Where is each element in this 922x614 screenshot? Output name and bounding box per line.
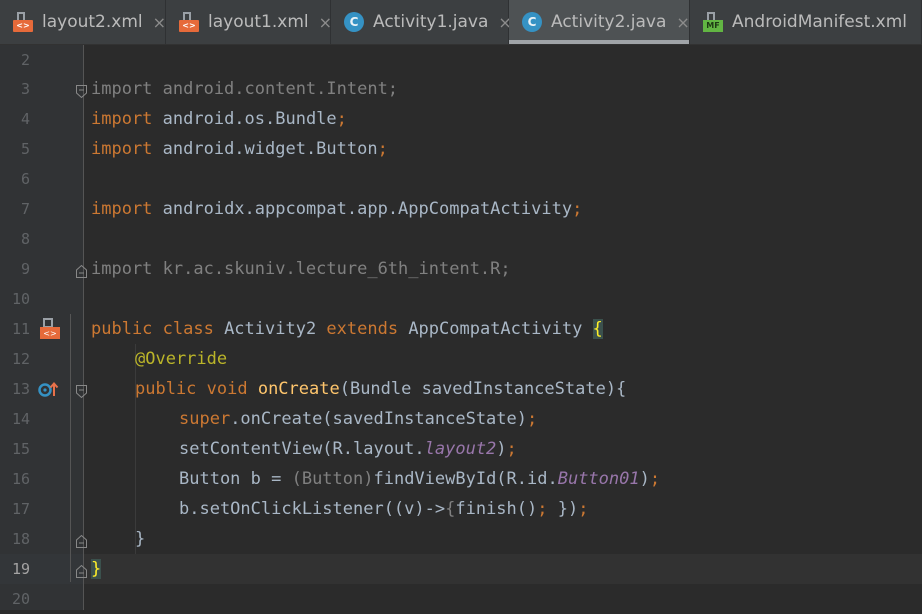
- identifier: android.os.Bundle: [152, 109, 337, 129]
- fold-end-marker-icon[interactable]: [76, 533, 87, 548]
- call: .onCreate(savedInstanceState): [230, 409, 527, 429]
- code-line-3[interactable]: import android.content.Intent;: [91, 74, 398, 104]
- manifest-icon: MF: [702, 11, 724, 33]
- line-number: 7: [20, 200, 30, 218]
- keyword: public class: [91, 319, 214, 339]
- scope-bracket: [70, 314, 71, 582]
- code-line-18[interactable]: }: [135, 524, 145, 554]
- tab-layout2-xml[interactable]: <> layout2.xml ×: [0, 0, 166, 44]
- tab-activity2-java[interactable]: C Activity2.java ×: [509, 0, 690, 44]
- fold-end-marker-icon[interactable]: [76, 563, 87, 578]
- tab-label: AndroidManifest.xml: [732, 12, 908, 32]
- redundant-cast: (Button): [291, 469, 374, 489]
- keyword: public void: [135, 379, 248, 399]
- tab-label: Activity1.java: [373, 12, 489, 32]
- java-class-icon: C: [343, 11, 365, 33]
- line-number: 15: [11, 440, 30, 458]
- matched-brace: }: [91, 559, 102, 579]
- override-method-icon[interactable]: [38, 380, 60, 400]
- line-number: 3: [20, 80, 30, 98]
- close-parens: }): [547, 499, 579, 519]
- xml-layout-icon: <>: [12, 11, 34, 33]
- tab-layout1-xml[interactable]: <> layout1.xml ×: [166, 0, 332, 44]
- line-number: 5: [20, 140, 30, 158]
- code-line-5[interactable]: import android.widget.Button;: [91, 134, 388, 164]
- line-number: 9: [20, 260, 30, 278]
- keyword: extends: [326, 319, 399, 339]
- code-line-12[interactable]: @Override: [135, 344, 227, 374]
- paren: ): [496, 439, 507, 459]
- identifier: AppCompatActivity: [398, 319, 593, 339]
- line-number: 8: [20, 230, 30, 248]
- tab-label: layout2.xml: [42, 12, 143, 32]
- static-field: Button01: [557, 469, 640, 489]
- keyword: super: [179, 409, 231, 429]
- line-number: 16: [11, 470, 30, 488]
- code-line-17[interactable]: b.setOnClickListener((v)->{finish(); });: [179, 494, 588, 524]
- layout-link-icon[interactable]: <>: [39, 318, 61, 340]
- semicolon: ;: [336, 109, 347, 129]
- semicolon: ;: [506, 439, 517, 459]
- line-number: 10: [11, 290, 30, 308]
- code-line-4[interactable]: import android.os.Bundle;: [91, 104, 347, 134]
- declaration: Button b =: [179, 469, 292, 489]
- line-number: 17: [11, 500, 30, 518]
- tab-activity1-java[interactable]: C Activity1.java ×: [331, 0, 512, 44]
- call: finish(): [455, 499, 538, 519]
- method-name: onCreate: [247, 379, 340, 399]
- code-line-16[interactable]: Button b = (Button)findViewById(R.id.But…: [179, 464, 660, 494]
- semicolon: ;: [572, 199, 583, 219]
- semicolon: ;: [537, 499, 548, 519]
- keyword: import: [91, 199, 153, 219]
- code-line-14[interactable]: super.onCreate(savedInstanceState);: [179, 404, 537, 434]
- call: setContentView(R.layout.: [179, 439, 425, 459]
- line-number: 18: [11, 530, 30, 548]
- current-line-highlight: [84, 554, 922, 584]
- semicolon: ;: [527, 409, 538, 429]
- close-icon[interactable]: ×: [153, 13, 166, 32]
- java-class-icon: C: [521, 11, 543, 33]
- code-line-15[interactable]: setContentView(R.layout.layout2);: [179, 434, 517, 464]
- fold-marker-icon[interactable]: [76, 83, 87, 99]
- line-number: 4: [20, 110, 30, 128]
- line-number-current: 19: [11, 560, 30, 578]
- keyword: import: [91, 139, 153, 159]
- xml-layout-icon: <>: [178, 11, 200, 33]
- semicolon: ;: [649, 469, 661, 489]
- code-line-19[interactable]: }: [91, 554, 102, 584]
- line-number: 12: [11, 350, 30, 368]
- semicolon: ;: [377, 139, 388, 159]
- parameters: (Bundle savedInstanceState){: [339, 379, 627, 399]
- svg-text:<>: <>: [43, 329, 56, 338]
- code-line-9[interactable]: import kr.ac.skuniv.lecture_6th_intent.R…: [91, 254, 511, 284]
- tab-label: layout1.xml: [208, 12, 309, 32]
- matched-brace: {: [592, 319, 603, 339]
- close-icon[interactable]: ×: [319, 13, 332, 32]
- code-line-11[interactable]: public class Activity2 extends AppCompat…: [91, 314, 603, 344]
- static-field: layout2: [424, 439, 497, 459]
- line-number: 6: [20, 170, 30, 188]
- editor-tab-bar: <> layout2.xml × <> layout1.xml × C Acti…: [0, 0, 922, 45]
- call: b.setOnClickListener((v)->: [179, 499, 446, 519]
- identifier: androidx.appcompat.app.AppCompatActivity: [152, 199, 573, 219]
- line-number: 13: [11, 380, 30, 398]
- identifier: android.widget.Button: [152, 139, 378, 159]
- close-icon[interactable]: ×: [676, 13, 689, 32]
- tab-label: Activity2.java: [551, 12, 667, 32]
- code-line-13[interactable]: public void onCreate(Bundle savedInstanc…: [135, 374, 626, 404]
- fold-end-marker-icon[interactable]: [76, 263, 87, 278]
- class-name: Activity2: [213, 319, 327, 339]
- semicolon: ;: [578, 499, 589, 519]
- keyword: import: [91, 109, 153, 129]
- line-number: 2: [20, 51, 30, 69]
- code-line-7[interactable]: import androidx.appcompat.app.AppCompatA…: [91, 194, 582, 224]
- tab-androidmanifest-xml[interactable]: MF AndroidManifest.xml: [690, 0, 922, 44]
- lambda-brace: {: [445, 499, 456, 519]
- gutter-divider: [83, 45, 84, 610]
- paren: ): [639, 469, 650, 489]
- line-number: 14: [11, 410, 30, 428]
- fold-marker-icon[interactable]: [76, 383, 87, 399]
- call: findViewById(R.id.: [373, 469, 558, 489]
- line-number: 11: [11, 320, 30, 338]
